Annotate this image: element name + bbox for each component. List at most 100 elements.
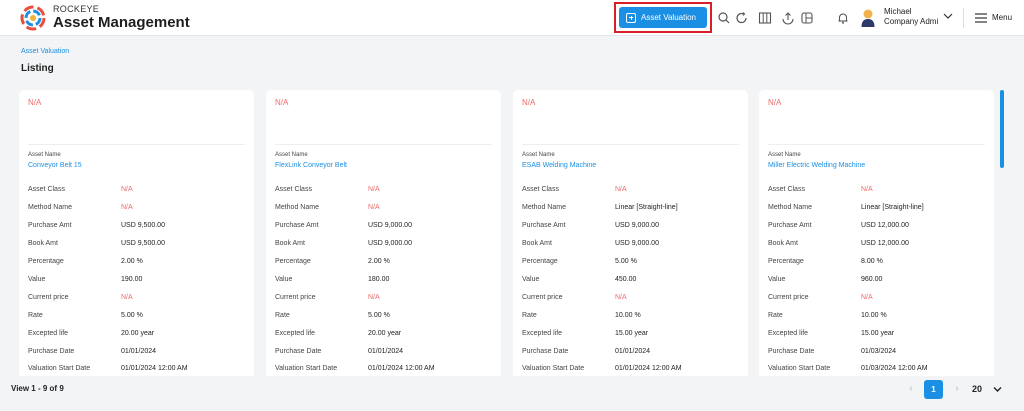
asset-card[interactable]: N/A Asset Name Miller Electric Welding M… — [759, 90, 994, 376]
rockeye-logo — [20, 5, 46, 31]
field-value: USD 12,000.00 — [861, 222, 909, 229]
bell-icon[interactable] — [836, 11, 850, 25]
purchase-date-row: Purchase Date 01/01/2024 — [522, 348, 742, 360]
field-value: USD 9,000.00 — [368, 222, 412, 229]
field-value: 01/03/2024 12:00 AM — [861, 365, 928, 372]
field-value: 10.00 % — [615, 312, 641, 319]
field-label: Rate — [522, 312, 537, 319]
field-value: 450.00 — [615, 276, 637, 283]
field-label: Method Name — [28, 204, 72, 211]
card-status: N/A — [522, 98, 536, 107]
valuation-start-date-row: Valuation Start Date 01/01/2024 12:00 AM — [275, 365, 495, 376]
asset-name-label: Asset Name — [768, 152, 801, 158]
purchase-amt-row: Purchase Amt USD 9,500.00 — [28, 222, 248, 234]
current-price-row: Current price N/A — [522, 294, 742, 306]
field-label: Valuation Start Date — [522, 365, 585, 372]
field-value: N/A — [615, 186, 627, 193]
method-name-row: Method Name Linear [Straight-line] — [522, 204, 742, 216]
refresh-icon[interactable] — [735, 11, 749, 25]
field-label: Asset Class — [768, 186, 805, 193]
chevron-down-icon[interactable] — [993, 386, 1002, 393]
expected-life-row: Excepted life 15.00 year — [522, 330, 742, 342]
asset-name-link[interactable]: FlexLink Conveyor Belt — [275, 162, 347, 169]
book-amt-row: Book Amt USD 12,000.00 — [768, 240, 988, 252]
field-value: 5.00 % — [615, 258, 637, 265]
asset-valuation-button-label: Asset Valuation — [641, 13, 696, 22]
field-value: 190.00 — [121, 276, 143, 283]
asset-card[interactable]: N/A Asset Name FlexLink Conveyor Belt As… — [266, 90, 501, 376]
field-value: USD 9,000.00 — [615, 240, 659, 247]
divider — [522, 144, 739, 145]
field-value: 01/01/2024 12:00 AM — [121, 365, 188, 372]
field-value: 5.00 % — [368, 312, 390, 319]
card-status: N/A — [275, 98, 289, 107]
pagination-footer — [0, 376, 1024, 411]
asset-name-link[interactable]: ESAB Welding Machine — [522, 162, 596, 169]
field-value: 01/01/2024 — [368, 348, 404, 355]
page-number-current[interactable]: 1 — [924, 380, 943, 399]
search-icon[interactable] — [717, 11, 731, 25]
asset-name-link[interactable]: Conveyor Belt 15 — [28, 162, 82, 169]
percentage-row: Percentage 8.00 % — [768, 258, 988, 270]
asset-name-link[interactable]: Miller Electric Welding Machine — [768, 162, 865, 169]
field-value: N/A — [368, 294, 380, 301]
field-label: Book Amt — [768, 240, 798, 247]
app-header: ROCKEYE Asset Management Asset Valuation… — [0, 0, 1024, 36]
divider — [28, 144, 245, 145]
breadcrumb[interactable]: Asset Valuation — [21, 48, 69, 55]
field-value: 15.00 year — [615, 330, 649, 337]
layout-icon[interactable] — [800, 11, 814, 25]
field-label: Book Amt — [522, 240, 552, 247]
asset-card[interactable]: N/A Asset Name Conveyor Belt 15 Asset Cl… — [19, 90, 254, 376]
current-price-row: Current price N/A — [768, 294, 988, 306]
asset-valuation-button[interactable]: Asset Valuation — [619, 7, 707, 28]
value-row: Value 190.00 — [28, 276, 248, 288]
field-value: USD 12,000.00 — [861, 240, 909, 247]
field-label: Percentage — [768, 258, 804, 265]
app-title: Asset Management — [53, 14, 190, 31]
field-value: 2.00 % — [368, 258, 390, 265]
field-value: 01/03/2024 — [861, 348, 897, 355]
expected-life-row: Excepted life 20.00 year — [275, 330, 495, 342]
field-value: 8.00 % — [861, 258, 883, 265]
chevron-down-icon[interactable] — [943, 12, 953, 20]
field-label: Purchase Date — [522, 348, 569, 355]
rate-row: Rate 10.00 % — [522, 312, 742, 324]
field-label: Method Name — [522, 204, 566, 211]
field-label: Value — [28, 276, 46, 283]
valuation-start-date-row: Valuation Start Date 01/03/2024 12:00 AM — [768, 365, 988, 376]
user-name[interactable]: Michael — [884, 7, 912, 16]
upload-icon[interactable] — [781, 11, 795, 25]
chevron-left-icon[interactable]: ‹ — [902, 379, 920, 399]
field-label: Excepted life — [768, 330, 809, 337]
field-value: 01/01/2024 — [121, 348, 157, 355]
user-role[interactable]: Company Admi — [884, 17, 938, 26]
field-label: Purchase Amt — [768, 222, 812, 229]
chevron-right-icon[interactable]: › — [948, 379, 966, 399]
vertical-scrollbar[interactable] — [1000, 90, 1004, 168]
field-value: 180.00 — [368, 276, 390, 283]
asset-class-row: Asset Class N/A — [768, 186, 988, 198]
purchase-amt-row: Purchase Amt USD 9,000.00 — [522, 222, 742, 234]
menu-button[interactable]: Menu — [992, 13, 1012, 22]
rate-row: Rate 10.00 % — [768, 312, 988, 324]
field-value: N/A — [368, 204, 380, 211]
field-value: 15.00 year — [861, 330, 895, 337]
asset-card[interactable]: N/A Asset Name ESAB Welding Machine Asse… — [513, 90, 748, 376]
field-label: Rate — [768, 312, 783, 319]
hamburger-menu-icon[interactable] — [975, 13, 987, 23]
asset-class-row: Asset Class N/A — [28, 186, 248, 198]
columns-icon[interactable] — [758, 11, 772, 25]
expected-life-row: Excepted life 15.00 year — [768, 330, 988, 342]
book-amt-row: Book Amt USD 9,500.00 — [28, 240, 248, 252]
purchase-date-row: Purchase Date 01/03/2024 — [768, 348, 988, 360]
avatar[interactable] — [861, 8, 875, 27]
asset-name-label: Asset Name — [522, 152, 555, 158]
expected-life-row: Excepted life 20.00 year — [28, 330, 248, 342]
current-price-row: Current price N/A — [28, 294, 248, 306]
page-size-select[interactable]: 20 — [972, 384, 982, 394]
field-label: Excepted life — [28, 330, 69, 337]
valuation-start-date-row: Valuation Start Date 01/01/2024 12:00 AM — [28, 365, 248, 376]
field-label: Asset Class — [275, 186, 312, 193]
field-value: USD 9,500.00 — [121, 240, 165, 247]
